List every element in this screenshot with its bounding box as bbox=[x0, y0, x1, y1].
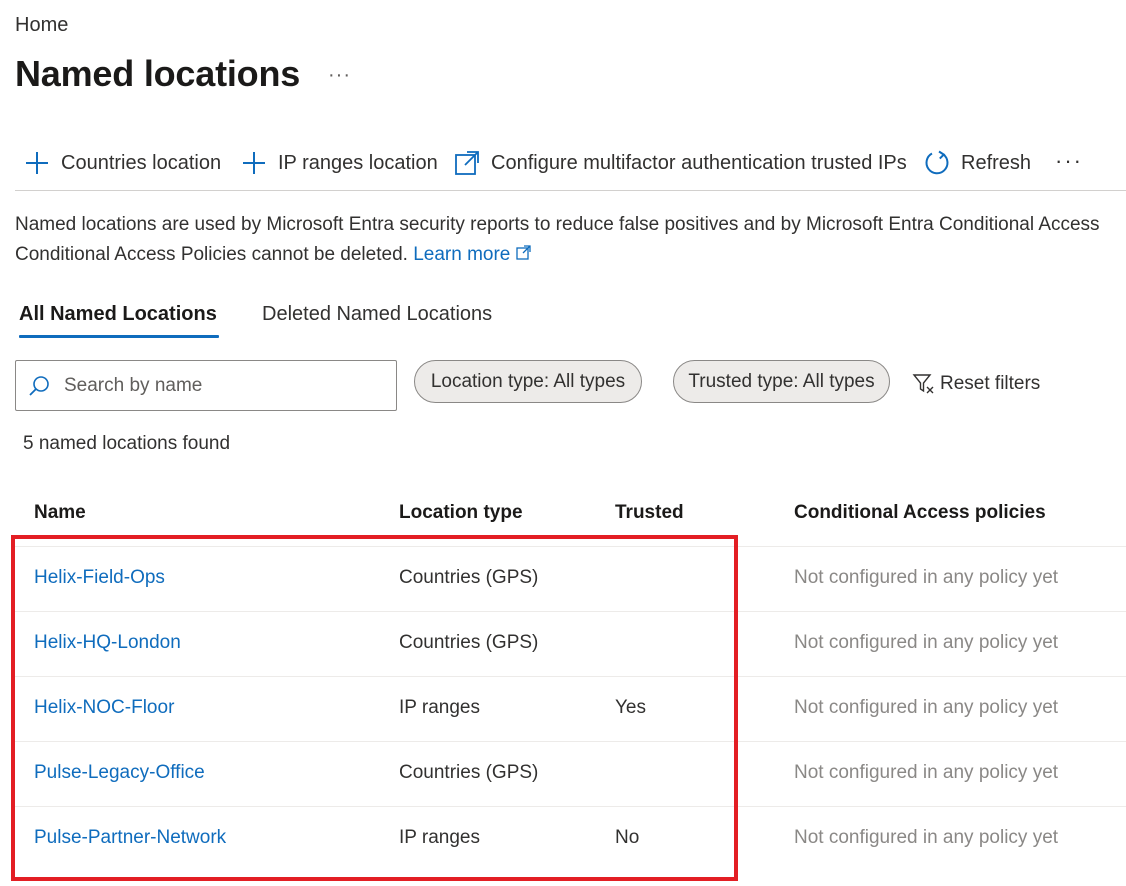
learn-more-link[interactable]: Learn more bbox=[413, 244, 532, 266]
location-type-cell: Countries (GPS) bbox=[399, 632, 539, 653]
countries-location-label: Countries location bbox=[61, 151, 222, 174]
search-input[interactable] bbox=[62, 373, 376, 398]
column-header-location-type[interactable]: Location type bbox=[399, 502, 523, 524]
tab-deleted-named-locations[interactable]: Deleted Named Locations bbox=[262, 292, 492, 336]
reset-filters-button[interactable]: Reset filters bbox=[912, 372, 1040, 396]
location-type-filter[interactable]: Location type: All types bbox=[414, 360, 642, 403]
location-type-cell: IP ranges bbox=[399, 697, 480, 718]
location-name-link[interactable]: Pulse-Legacy-Office bbox=[34, 762, 205, 784]
reset-filters-label: Reset filters bbox=[940, 373, 1041, 394]
description-line-2-text: Conditional Access Policies cannot be de… bbox=[15, 244, 408, 266]
table-row: Pulse-Legacy-Office Countries (GPS) Not … bbox=[15, 742, 1126, 807]
breadcrumb[interactable]: Home bbox=[15, 14, 68, 37]
tab-all-named-locations[interactable]: All Named Locations bbox=[19, 292, 219, 338]
description: Named locations are used by Microsoft En… bbox=[15, 210, 1126, 270]
command-bar: Countries location IP ranges location Co… bbox=[15, 140, 1126, 191]
trusted-cell: No bbox=[615, 827, 640, 848]
configure-mfa-trusted-ips-button[interactable]: Configure multifactor authentication tru… bbox=[453, 140, 907, 186]
toolbar-more-button[interactable]: ··· bbox=[1055, 148, 1083, 174]
table-row: Helix-NOC-Floor IP ranges Yes Not config… bbox=[15, 677, 1126, 742]
location-name-link[interactable]: Pulse-Partner-Network bbox=[34, 827, 226, 849]
ip-ranges-location-button[interactable]: IP ranges location bbox=[240, 140, 438, 186]
table-row: Helix-Field-Ops Countries (GPS) Not conf… bbox=[15, 547, 1126, 612]
location-type-cell: Countries (GPS) bbox=[399, 762, 539, 783]
named-locations-table: Name Location type Trusted Conditional A… bbox=[15, 488, 1126, 871]
location-type-cell: Countries (GPS) bbox=[399, 567, 539, 588]
description-line-1: Named locations are used by Microsoft En… bbox=[15, 214, 1100, 235]
location-name-link[interactable]: Helix-HQ-London bbox=[34, 632, 181, 654]
location-type-cell: IP ranges bbox=[399, 827, 480, 848]
countries-location-button[interactable]: Countries location bbox=[23, 140, 221, 186]
filter-reset-icon bbox=[912, 372, 936, 396]
location-name-link[interactable]: Helix-Field-Ops bbox=[34, 567, 165, 589]
policies-cell: Not configured in any policy yet bbox=[794, 827, 1059, 848]
table-header: Name Location type Trusted Conditional A… bbox=[15, 488, 1126, 547]
external-link-icon bbox=[453, 149, 481, 177]
trusted-type-filter[interactable]: Trusted type: All types bbox=[673, 360, 890, 403]
external-link-icon bbox=[516, 240, 532, 270]
column-header-conditional-access-policies[interactable]: Conditional Access policies bbox=[794, 502, 1046, 524]
plus-icon bbox=[23, 149, 51, 177]
column-header-trusted[interactable]: Trusted bbox=[615, 502, 684, 524]
learn-more-label: Learn more bbox=[413, 244, 511, 266]
plus-icon bbox=[240, 149, 268, 177]
configure-mfa-label: Configure multifactor authentication tru… bbox=[491, 151, 907, 174]
column-header-name[interactable]: Name bbox=[34, 502, 86, 524]
policies-cell: Not configured in any policy yet bbox=[794, 567, 1059, 588]
ip-ranges-location-label: IP ranges location bbox=[278, 151, 438, 174]
refresh-label: Refresh bbox=[961, 151, 1032, 174]
location-name-link[interactable]: Helix-NOC-Floor bbox=[34, 697, 174, 719]
policies-cell: Not configured in any policy yet bbox=[794, 697, 1059, 718]
trusted-cell: Yes bbox=[615, 697, 646, 718]
refresh-icon bbox=[923, 149, 951, 177]
search-box bbox=[15, 360, 397, 411]
policies-cell: Not configured in any policy yet bbox=[794, 762, 1059, 783]
results-count: 5 named locations found bbox=[23, 433, 231, 454]
refresh-button[interactable]: Refresh bbox=[923, 140, 1031, 186]
search-icon bbox=[28, 375, 50, 397]
title-more-button[interactable]: ··· bbox=[328, 64, 351, 87]
page-title: Named locations bbox=[15, 53, 301, 94]
description-line-2: Conditional Access Policies cannot be de… bbox=[15, 240, 1126, 270]
table-row: Helix-HQ-London Countries (GPS) Not conf… bbox=[15, 612, 1126, 677]
policies-cell: Not configured in any policy yet bbox=[794, 632, 1059, 653]
table-row: Pulse-Partner-Network IP ranges No Not c… bbox=[15, 807, 1126, 871]
